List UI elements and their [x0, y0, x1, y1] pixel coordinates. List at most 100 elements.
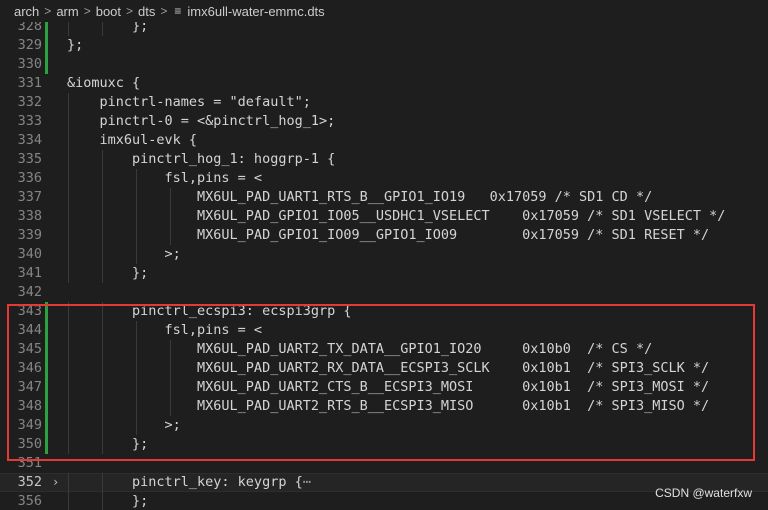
line-number: 340 — [17, 246, 42, 262]
code-content: >; — [67, 417, 181, 433]
code-line[interactable]: 349 >; — [0, 416, 768, 435]
code-line[interactable]: 331 &iomuxc { — [0, 74, 768, 93]
chevron-right-icon: > — [126, 4, 134, 18]
code-text: pinctrl_hog_1: hoggrp-1 { — [67, 150, 335, 169]
git-change-marker — [45, 55, 48, 74]
code-text: pinctrl_ecspi3: ecspi3grp { — [67, 302, 351, 321]
line-number: 346 — [17, 360, 42, 376]
line-number: 345 — [17, 341, 42, 357]
code-text: pinctrl_key: keygrp {⋯ — [67, 473, 311, 492]
line-number: 330 — [17, 56, 42, 72]
code-line[interactable]: 329}; — [0, 36, 768, 55]
code-editor[interactable]: 328 }; 329}; 330 331 &iomuxc {332 pinctrl-na… — [0, 17, 768, 510]
line-number: 343 — [17, 303, 42, 319]
line-number: 335 — [17, 151, 42, 167]
line-number: 348 — [17, 398, 42, 414]
git-change-marker — [45, 416, 48, 435]
code-line[interactable]: 344 fsl,pins = < — [0, 321, 768, 340]
breadcrumb-item-arm[interactable]: arm — [56, 4, 78, 19]
code-line[interactable]: 343 pinctrl_ecspi3: ecspi3grp { — [0, 302, 768, 321]
code-content: }; — [67, 436, 149, 452]
git-change-marker — [45, 302, 48, 321]
code-content: MX6UL_PAD_UART2_TX_DATA__GPIO1_IO20 0x10… — [67, 341, 653, 357]
chevron-right-icon: > — [160, 4, 168, 18]
code-text: fsl,pins = < — [67, 169, 263, 188]
code-text: imx6ul-evk { — [67, 131, 198, 150]
code-text: MX6UL_PAD_UART2_RTS_B__ECSPI3_MISO 0x10b… — [67, 397, 709, 416]
line-number: 351 — [17, 455, 42, 471]
line-number: 344 — [17, 322, 42, 338]
line-number: 329 — [17, 37, 42, 53]
code-text: MX6UL_PAD_GPIO1_IO05__USDHC1_VSELECT 0x1… — [67, 207, 725, 226]
code-line[interactable]: 341 }; — [0, 264, 768, 283]
code-line[interactable]: 356 }; — [0, 492, 768, 510]
code-content: MX6UL_PAD_UART1_RTS_B__GPIO1_IO19 0x1705… — [67, 189, 653, 205]
code-content: MX6UL_PAD_UART2_CTS_B__ECSPI3_MOSI 0x10b… — [67, 379, 710, 395]
code-line[interactable]: 334 imx6ul-evk { — [0, 131, 768, 150]
code-line[interactable]: 336 fsl,pins = < — [0, 169, 768, 188]
code-content: MX6UL_PAD_UART2_RTS_B__ECSPI3_MISO 0x10b… — [67, 398, 710, 414]
line-number: 347 — [17, 379, 42, 395]
code-line[interactable]: 347 MX6UL_PAD_UART2_CTS_B__ECSPI3_MOSI 0… — [0, 378, 768, 397]
folded-region-marker[interactable]: ⋯ — [303, 474, 311, 490]
code-line[interactable]: 333 pinctrl-0 = <&pinctrl_hog_1>; — [0, 112, 768, 131]
line-number: 349 — [17, 417, 42, 433]
code-line[interactable]: 338 MX6UL_PAD_GPIO1_IO05__USDHC1_VSELECT… — [0, 207, 768, 226]
code-text: >; — [67, 416, 181, 435]
code-lines: 328 }; 329}; 330 331 &iomuxc {332 pinctrl-na… — [0, 17, 768, 510]
git-change-marker — [45, 378, 48, 397]
code-line[interactable]: 352 › pinctrl_key: keygrp {⋯ — [0, 473, 768, 492]
code-line[interactable]: 337 MX6UL_PAD_UART1_RTS_B__GPIO1_IO19 0x… — [0, 188, 768, 207]
code-text: pinctrl-0 = <&pinctrl_hog_1>; — [67, 112, 336, 131]
code-content: fsl,pins = < — [67, 170, 263, 186]
line-number: 341 — [17, 265, 42, 281]
code-content: }; — [67, 493, 149, 509]
code-line[interactable]: 342 — [0, 283, 768, 302]
line-number: 342 — [17, 284, 42, 300]
code-line[interactable]: 345 MX6UL_PAD_UART2_TX_DATA__GPIO1_IO20 … — [0, 340, 768, 359]
git-change-marker — [45, 397, 48, 416]
code-line[interactable]: 330 — [0, 55, 768, 74]
line-number: 334 — [17, 132, 42, 148]
breadcrumb-file[interactable]: imx6ull-water-emmc.dts — [187, 4, 324, 19]
code-text: >; — [67, 245, 181, 264]
code-line[interactable]: 339 MX6UL_PAD_GPIO1_IO09__GPIO1_IO09 0x1… — [0, 226, 768, 245]
code-line[interactable]: 351 — [0, 454, 768, 473]
line-number: 331 — [17, 75, 42, 91]
code-content: imx6ul-evk { — [67, 132, 198, 148]
code-line[interactable]: 332 pinctrl-names = "default"; — [0, 93, 768, 112]
code-content: }; — [67, 37, 84, 53]
breadcrumb-item-arch[interactable]: arch — [14, 4, 39, 19]
code-text: }; — [67, 264, 148, 283]
code-content: &iomuxc { — [67, 75, 141, 91]
breadcrumb-item-boot[interactable]: boot — [96, 4, 121, 19]
chevron-right-icon: > — [44, 4, 52, 18]
git-change-marker — [45, 321, 48, 340]
chevron-right-icon[interactable]: › — [52, 473, 59, 492]
line-number: 332 — [17, 94, 42, 110]
code-content: pinctrl_hog_1: hoggrp-1 { — [67, 151, 336, 167]
file-icon: ≡ — [174, 4, 182, 18]
breadcrumb: arch > arm > boot > dts > ≡ imx6ull-wate… — [0, 0, 768, 22]
code-line[interactable]: 335 pinctrl_hog_1: hoggrp-1 { — [0, 150, 768, 169]
code-content: pinctrl-0 = <&pinctrl_hog_1>; — [67, 113, 336, 129]
breadcrumb-item-dts[interactable]: dts — [138, 4, 155, 19]
line-number: 356 — [17, 493, 42, 509]
code-line[interactable]: 346 MX6UL_PAD_UART2_RX_DATA__ECSPI3_SCLK… — [0, 359, 768, 378]
line-number: 337 — [17, 189, 42, 205]
git-change-marker — [45, 340, 48, 359]
line-number: 336 — [17, 170, 42, 186]
code-line[interactable]: 350 }; — [0, 435, 768, 454]
code-line[interactable]: 340 >; — [0, 245, 768, 264]
line-number: 339 — [17, 227, 42, 243]
code-text: pinctrl-names = "default"; — [67, 93, 311, 112]
code-content: MX6UL_PAD_UART2_RX_DATA__ECSPI3_SCLK 0x1… — [67, 360, 710, 376]
code-text: fsl,pins = < — [67, 321, 263, 340]
line-number: 333 — [17, 113, 42, 129]
code-content: pinctrl_key: keygrp { — [67, 474, 303, 490]
git-change-marker — [45, 435, 48, 454]
line-number: 350 — [17, 436, 42, 452]
code-text: MX6UL_PAD_UART1_RTS_B__GPIO1_IO19 0x1705… — [67, 188, 652, 207]
code-content: pinctrl-names = "default"; — [67, 94, 311, 110]
code-line[interactable]: 348 MX6UL_PAD_UART2_RTS_B__ECSPI3_MISO 0… — [0, 397, 768, 416]
